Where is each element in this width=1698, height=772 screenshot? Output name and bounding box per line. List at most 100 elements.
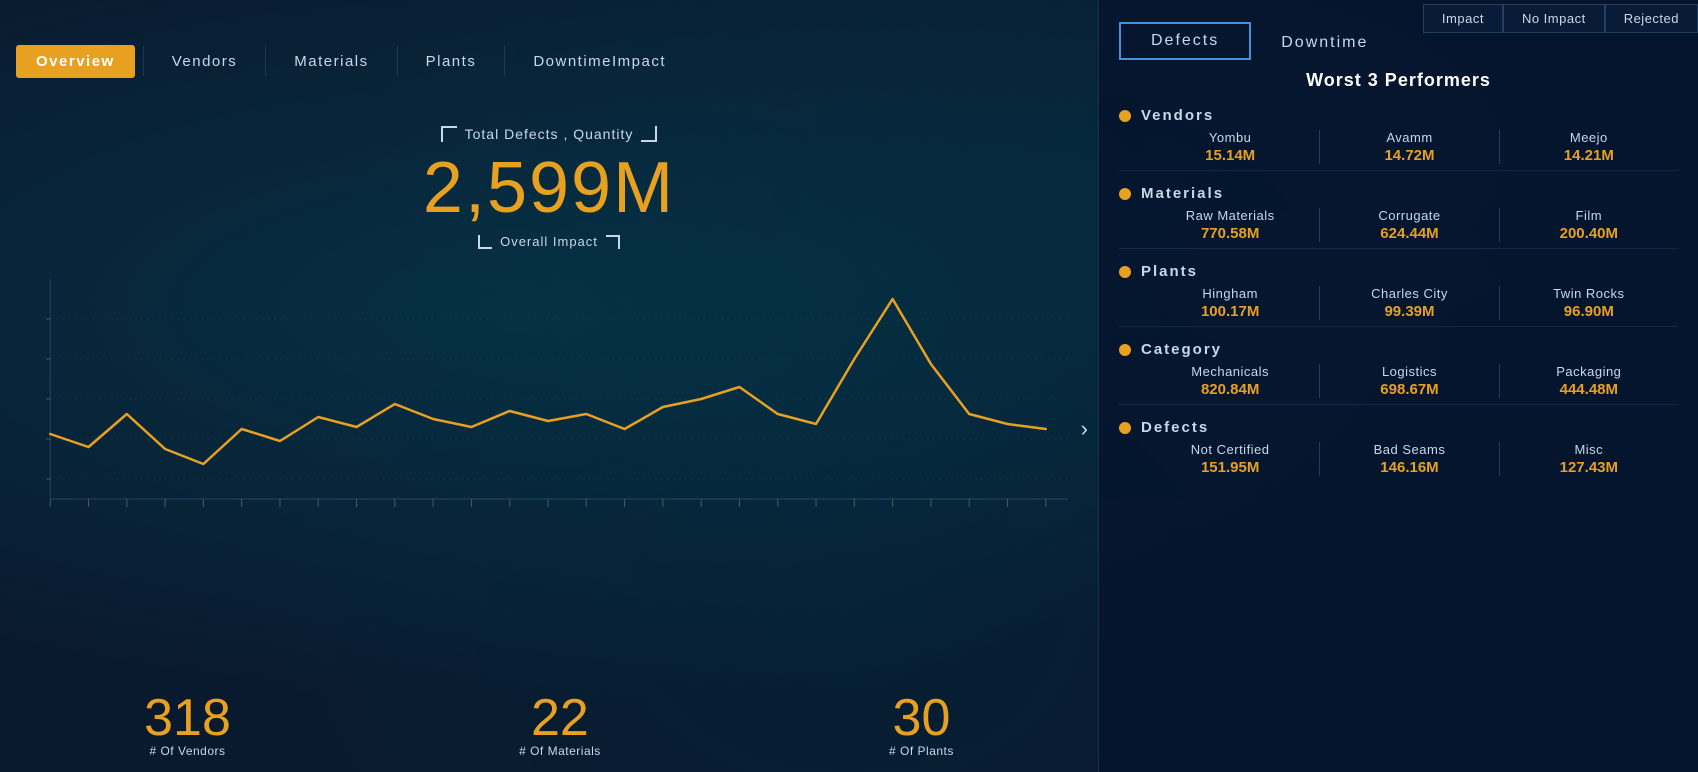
nav-divider-4: [504, 46, 505, 76]
plants-dot: [1119, 266, 1131, 278]
plants-section-header: Plants: [1119, 263, 1678, 280]
performer-logistics: Logistics 698.67M: [1319, 364, 1498, 398]
rejected-button[interactable]: Rejected: [1605, 4, 1698, 33]
performer-twin-rocks: Twin Rocks 96.90M: [1499, 286, 1678, 320]
defects-section-header: Defects: [1119, 419, 1678, 436]
materials-section-header: Materials: [1119, 185, 1678, 202]
performer-film: Film 200.40M: [1499, 208, 1678, 242]
vendors-section: Vendors Yombu 15.14M Avamm 14.72M Meejo …: [1119, 107, 1678, 171]
performer-raw-name: Raw Materials: [1141, 208, 1319, 223]
performer-charles-city-name: Charles City: [1320, 286, 1498, 301]
chart-title: Total Defects , Quantity: [20, 126, 1078, 142]
vendors-dot: [1119, 110, 1131, 122]
performer-hingham: Hingham 100.17M: [1141, 286, 1319, 320]
performer-charles-city: Charles City 99.39M: [1319, 286, 1498, 320]
no-impact-button[interactable]: No Impact: [1503, 4, 1605, 33]
performer-misc: Misc 127.43M: [1499, 442, 1678, 476]
performer-packaging-value: 444.48M: [1500, 381, 1678, 398]
nav-item-plants[interactable]: Plants: [406, 45, 497, 78]
category-section-title: Category: [1141, 341, 1222, 358]
right-panel: Defects Downtime Worst 3 Performers Vend…: [1098, 0, 1698, 772]
performer-avamm-value: 14.72M: [1320, 147, 1498, 164]
vendors-section-title: Vendors: [1141, 107, 1214, 124]
materials-count: 22: [519, 692, 601, 744]
performer-mechanicals-value: 820.84M: [1141, 381, 1319, 398]
performer-corrugate-name: Corrugate: [1320, 208, 1498, 223]
performer-film-value: 200.40M: [1500, 225, 1678, 242]
plants-stat: 30 # Of Plants: [889, 692, 954, 758]
performer-not-certified-value: 151.95M: [1141, 459, 1319, 476]
vendors-count: 318: [144, 692, 231, 744]
performer-not-certified: Not Certified 151.95M: [1141, 442, 1319, 476]
performer-avamm: Avamm 14.72M: [1319, 130, 1498, 164]
nav-item-materials[interactable]: Materials: [274, 45, 388, 78]
performer-logistics-name: Logistics: [1320, 364, 1498, 379]
performer-packaging-name: Packaging: [1500, 364, 1678, 379]
defects-section-title: Defects: [1141, 419, 1209, 436]
impact-button[interactable]: Impact: [1423, 4, 1503, 33]
chart-svg: [20, 259, 1078, 539]
nav-bar: Overview Vendors Materials Plants Downti…: [0, 36, 1698, 86]
nav-item-overview[interactable]: Overview: [16, 45, 135, 78]
performer-meejo: Meejo 14.21M: [1499, 130, 1678, 164]
main-content: Total Defects , Quantity 2,599M Overall …: [0, 86, 1098, 772]
performer-hingham-name: Hingham: [1141, 286, 1319, 301]
performer-mechanicals-name: Mechanicals: [1141, 364, 1319, 379]
plants-section-title: Plants: [1141, 263, 1198, 280]
nav-divider: [143, 46, 144, 76]
performer-misc-name: Misc: [1500, 442, 1678, 457]
performer-yombu-name: Yombu: [1141, 130, 1319, 145]
performer-meejo-value: 14.21M: [1500, 147, 1678, 164]
divider-3: [1119, 326, 1678, 327]
defects-dot: [1119, 422, 1131, 434]
performer-twin-rocks-value: 96.90M: [1500, 303, 1678, 320]
performer-bad-seams-name: Bad Seams: [1320, 442, 1498, 457]
materials-section-title: Materials: [1141, 185, 1224, 202]
defects-section: Defects Not Certified 151.95M Bad Seams …: [1119, 419, 1678, 476]
nav-item-downtime[interactable]: DowntimeImpact: [513, 45, 686, 78]
performer-yombu-value: 15.14M: [1141, 147, 1319, 164]
performer-meejo-name: Meejo: [1500, 130, 1678, 145]
performer-charles-city-value: 99.39M: [1320, 303, 1498, 320]
performer-bad-seams: Bad Seams 146.16M: [1319, 442, 1498, 476]
performer-logistics-value: 698.67M: [1320, 381, 1498, 398]
materials-performers-row: Raw Materials 770.58M Corrugate 624.44M …: [1119, 208, 1678, 242]
performer-corrugate: Corrugate 624.44M: [1319, 208, 1498, 242]
divider-1: [1119, 170, 1678, 171]
next-arrow[interactable]: ›: [1081, 416, 1088, 442]
performer-yombu: Yombu 15.14M: [1141, 130, 1319, 164]
materials-dot: [1119, 188, 1131, 200]
performer-mechanicals: Mechanicals 820.84M: [1141, 364, 1319, 398]
nav-item-vendors[interactable]: Vendors: [152, 45, 258, 78]
category-performers-row: Mechanicals 820.84M Logistics 698.67M Pa…: [1119, 364, 1678, 398]
performer-raw-value: 770.58M: [1141, 225, 1319, 242]
performer-corrugate-value: 624.44M: [1320, 225, 1498, 242]
plants-label: # Of Plants: [889, 744, 954, 758]
category-section: Category Mechanicals 820.84M Logistics 6…: [1119, 341, 1678, 405]
total-defects-number: 2,599M: [20, 152, 1078, 224]
plants-section: Plants Hingham 100.17M Charles City 99.3…: [1119, 263, 1678, 327]
performer-bad-seams-value: 146.16M: [1320, 459, 1498, 476]
plants-performers-row: Hingham 100.17M Charles City 99.39M Twin…: [1119, 286, 1678, 320]
nav-divider-2: [265, 46, 266, 76]
performer-film-name: Film: [1500, 208, 1678, 223]
category-dot: [1119, 344, 1131, 356]
performer-twin-rocks-name: Twin Rocks: [1500, 286, 1678, 301]
chart-container: Total Defects , Quantity 2,599M Overall …: [20, 126, 1078, 672]
bottom-stats: 318 # Of Vendors 22 # Of Materials 30 # …: [0, 682, 1098, 772]
nav-divider-3: [397, 46, 398, 76]
materials-section: Materials Raw Materials 770.58M Corrugat…: [1119, 185, 1678, 249]
materials-label: # Of Materials: [519, 744, 601, 758]
divider-2: [1119, 248, 1678, 249]
vendors-label: # Of Vendors: [144, 744, 231, 758]
vendors-section-header: Vendors: [1119, 107, 1678, 124]
performer-raw: Raw Materials 770.58M: [1141, 208, 1319, 242]
category-section-header: Category: [1119, 341, 1678, 358]
line-chart-svg: [20, 259, 1078, 539]
performer-not-certified-name: Not Certified: [1141, 442, 1319, 457]
top-bar: Impact No Impact Rejected: [1423, 0, 1698, 36]
vendors-performers-row: Yombu 15.14M Avamm 14.72M Meejo 14.21M: [1119, 130, 1678, 164]
performer-misc-value: 127.43M: [1500, 459, 1678, 476]
plants-count: 30: [889, 692, 954, 744]
performer-avamm-name: Avamm: [1320, 130, 1498, 145]
